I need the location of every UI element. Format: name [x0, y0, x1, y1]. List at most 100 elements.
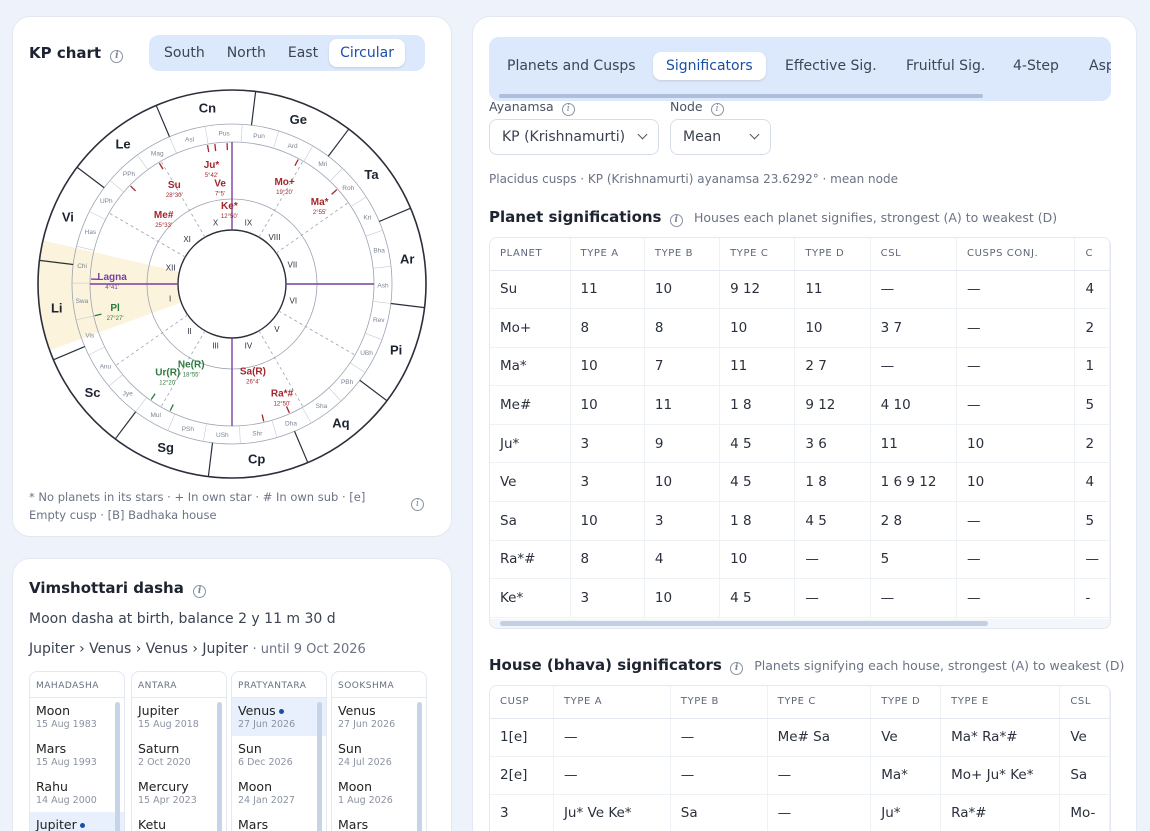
- house-number: XI: [183, 235, 191, 244]
- nakshatra-divider: [303, 145, 314, 162]
- scroll-thumb[interactable]: [500, 621, 988, 626]
- info-icon[interactable]: i: [669, 214, 683, 227]
- column-header[interactable]: TYPE D: [794, 238, 871, 271]
- period-name: Mars: [238, 817, 269, 831]
- nakshatra-label: Ash: [377, 282, 389, 289]
- table-row[interactable]: Ju* 3 9 4 53 6 11 10 2: [490, 424, 1110, 464]
- circular-kp-chart[interactable]: Cn Ge Ta Ar Pi Aq Cp Sg Sc Li Vi Le Asl Pus Pun Ard Mri R…: [37, 89, 427, 479]
- column-header[interactable]: TYPE D: [870, 686, 942, 719]
- dasha-period-row[interactable]: Saturn 2 Oct 2020: [132, 736, 226, 774]
- dasha-period-row[interactable]: Moon 15 Aug 1983: [30, 698, 124, 736]
- info-icon[interactable]: i: [710, 103, 724, 116]
- dasha-period-row[interactable]: Ketu: [132, 812, 226, 831]
- chart-style-east[interactable]: East: [277, 39, 329, 67]
- column-header[interactable]: TYPE B: [670, 686, 768, 719]
- dasha-period-name: Jupiter: [36, 817, 118, 831]
- legend-info-icon[interactable]: i: [411, 498, 424, 511]
- column-header[interactable]: TYPE A: [570, 238, 645, 271]
- table-scrollbar[interactable]: [490, 619, 1110, 628]
- tab-planets-and-cusps[interactable]: Planets and Cusps: [507, 58, 636, 74]
- column-header[interactable]: TYPE C: [767, 686, 872, 719]
- table-row[interactable]: Su 11 10 9 12 11— —4: [490, 270, 1110, 310]
- tab-scrollbar[interactable]: [499, 94, 983, 98]
- planet-degree: 28°30': [166, 193, 183, 199]
- planet-marker: [294, 159, 299, 166]
- dasha-period-row[interactable]: Jupiter: [30, 812, 124, 831]
- dasha-column-head: MAHADASHA: [30, 672, 124, 698]
- period-name: Mars: [36, 741, 67, 756]
- table-row[interactable]: Ma* 10 7 11 2 7— —1: [490, 347, 1110, 387]
- column-header[interactable]: CUSPS CONJ.: [956, 238, 1076, 271]
- column-header[interactable]: CSL: [870, 238, 958, 271]
- table-row[interactable]: Ve 3 10 4 51 81 6 9 12 10 4: [490, 462, 1110, 503]
- dasha-period-row[interactable]: Mars: [232, 812, 326, 831]
- column-scrollbar[interactable]: [217, 702, 222, 831]
- column-header[interactable]: TYPE C: [719, 238, 796, 271]
- dasha-period-row[interactable]: Sun 24 Jul 2026: [332, 736, 426, 774]
- table-row[interactable]: Mo+ 8 8 10 10 3 7—2: [490, 308, 1110, 348]
- nakshatra-label: Vis: [85, 332, 95, 339]
- table-row[interactable]: Me# 10 11 1 89 12 4 10—5: [490, 385, 1110, 425]
- chart-style-north[interactable]: North: [216, 39, 277, 67]
- nakshatra-divider: [372, 301, 391, 304]
- node-select[interactable]: Mean: [670, 119, 771, 155]
- column-header[interactable]: TYPE A: [553, 686, 671, 719]
- dasha-period-row[interactable]: Venus 27 Jun 2026: [232, 698, 326, 736]
- house-sig-subtitle: Planets signifying each house, strongest…: [754, 658, 1125, 673]
- dasha-period-row[interactable]: Venus 27 Jun 2026: [332, 698, 426, 736]
- settings-note: Placidus cusps · KP (Krishnamurti) ayana…: [489, 172, 898, 186]
- column-scrollbar[interactable]: [417, 702, 422, 831]
- table-cell: 9 12: [794, 385, 871, 425]
- dasha-period-row[interactable]: Moon 24 Jan 2027: [232, 774, 326, 812]
- column-scrollbar[interactable]: [115, 702, 120, 831]
- table-cell: —: [767, 794, 872, 831]
- sign-label: Ta: [364, 167, 379, 182]
- dasha-period-row[interactable]: Mercury 15 Apr 2023: [132, 774, 226, 812]
- info-icon[interactable]: i: [561, 103, 575, 116]
- tab-aspects[interactable]: Asp: [1089, 58, 1111, 74]
- dasha-period-row[interactable]: Mars 15 Aug 1993: [30, 736, 124, 774]
- column-header[interactable]: CUSP: [490, 686, 554, 719]
- table-row[interactable]: 2[e] — — — Ma* Mo+ Ju* Ke* Sa: [490, 756, 1110, 795]
- nakshatra-divider: [329, 168, 343, 182]
- tab-effective-sig[interactable]: Effective Sig.: [785, 58, 877, 74]
- column-scrollbar[interactable]: [317, 702, 322, 831]
- planet-sig-subtitle: Houses each planet signifies, strongest …: [693, 210, 1058, 225]
- table-cell: Ve: [1059, 718, 1110, 757]
- table-cell: Me# Sa: [767, 718, 872, 757]
- tab-significators[interactable]: Significators: [653, 52, 766, 80]
- column-header[interactable]: PLANET: [490, 238, 571, 271]
- ayanamsa-select[interactable]: KP (Krishnamurti): [489, 119, 659, 155]
- table-row[interactable]: 1[e] — — Me# Sa Ve Ma* Ra*# Ve: [490, 718, 1110, 757]
- dasha-period-row[interactable]: Jupiter 15 Aug 2018: [132, 698, 226, 736]
- nakshatra-label: Ard: [288, 143, 299, 150]
- nakshatra-divider: [108, 374, 123, 387]
- sign-divider: [250, 91, 257, 126]
- dasha-period-row[interactable]: Moon 1 Aug 2026: [332, 774, 426, 812]
- tab-fruitful-sig[interactable]: Fruitful Sig.: [906, 58, 985, 74]
- info-icon[interactable]: i: [193, 585, 207, 598]
- chart-style-south[interactable]: South: [153, 39, 216, 67]
- dasha-period-name: Mars: [36, 741, 118, 756]
- dasha-period-row[interactable]: Sun 6 Dec 2026: [232, 736, 326, 774]
- dasha-column-head: SOOKSHMA: [332, 672, 426, 698]
- dasha-period-row[interactable]: Mars: [332, 812, 426, 831]
- column-header[interactable]: TYPE B: [644, 238, 721, 271]
- table-cell: —: [767, 756, 872, 795]
- info-icon[interactable]: i: [730, 662, 744, 675]
- chart-style-circular[interactable]: Circular: [329, 39, 405, 67]
- table-row[interactable]: Ra*# 8 4 10—5— —: [490, 540, 1110, 580]
- info-icon[interactable]: i: [110, 50, 124, 63]
- table-row[interactable]: Sa 10 3 1 84 52 8—5: [490, 501, 1110, 541]
- dasha-period-date: 27 Jun 2026: [338, 719, 396, 730]
- dasha-period-row[interactable]: Rahu 14 Aug 2000: [30, 774, 124, 812]
- tab-4-step[interactable]: 4-Step: [1013, 58, 1059, 74]
- planet-glyph: Pl: [110, 303, 120, 314]
- significators-card: Planets and Cusps Significators Effectiv…: [472, 16, 1137, 831]
- table-row[interactable]: Ke* 3 10 4 5— — — -: [490, 578, 1110, 618]
- sign-label: Aq: [332, 415, 349, 430]
- column-header[interactable]: CSL: [1059, 686, 1110, 719]
- table-row[interactable]: 3 Ju* Ve Ke* Sa — Ju* Ra*# Mo-: [490, 794, 1110, 831]
- column-header[interactable]: TYPE E: [940, 686, 1061, 719]
- column-header[interactable]: C: [1074, 238, 1110, 271]
